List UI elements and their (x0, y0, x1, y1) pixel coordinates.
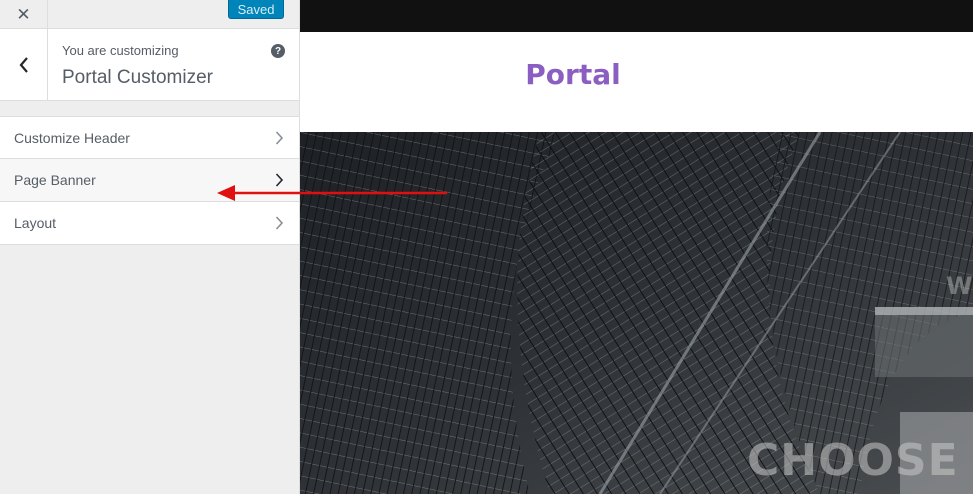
close-icon: ✕ (16, 4, 31, 24)
help-icon[interactable]: ? (271, 44, 285, 58)
section-label: Customize Header (14, 129, 130, 146)
customizer-header: ✕ Saved (0, 0, 299, 29)
customizing-subtitle: You are customizing (62, 43, 179, 58)
site-header: Portal (300, 32, 973, 132)
close-button[interactable]: ✕ (0, 0, 48, 29)
section-customize-header[interactable]: Customize Header (0, 116, 299, 159)
section-layout[interactable]: Layout (0, 202, 299, 245)
customizer-title: Portal Customizer (62, 67, 213, 88)
site-preview: Portal W CHOOSE (300, 0, 973, 494)
banner-side-text: W (946, 272, 973, 300)
section-list: Customize Header Page Banner Layout (0, 116, 299, 245)
chevron-right-icon (275, 173, 284, 187)
customizer-sidebar: ✕ Saved You are customizing Portal Custo… (0, 0, 300, 494)
banner-heading: CHOOSE Y (747, 435, 973, 486)
section-label: Page Banner (14, 172, 96, 188)
saved-label: Saved (237, 1, 275, 17)
page-banner-image: W CHOOSE Y (300, 132, 973, 494)
section-page-banner[interactable]: Page Banner (0, 159, 299, 202)
chevron-left-icon (19, 56, 28, 73)
chevron-right-icon (275, 131, 284, 145)
saved-button[interactable]: Saved (228, 0, 284, 19)
site-title[interactable]: Portal (300, 58, 846, 91)
chevron-right-icon (275, 216, 284, 230)
customizer-info: You are customizing Portal Customizer ? (0, 29, 299, 101)
section-label: Layout (14, 215, 57, 231)
preview-topbar (300, 0, 973, 32)
back-button[interactable] (0, 29, 48, 100)
